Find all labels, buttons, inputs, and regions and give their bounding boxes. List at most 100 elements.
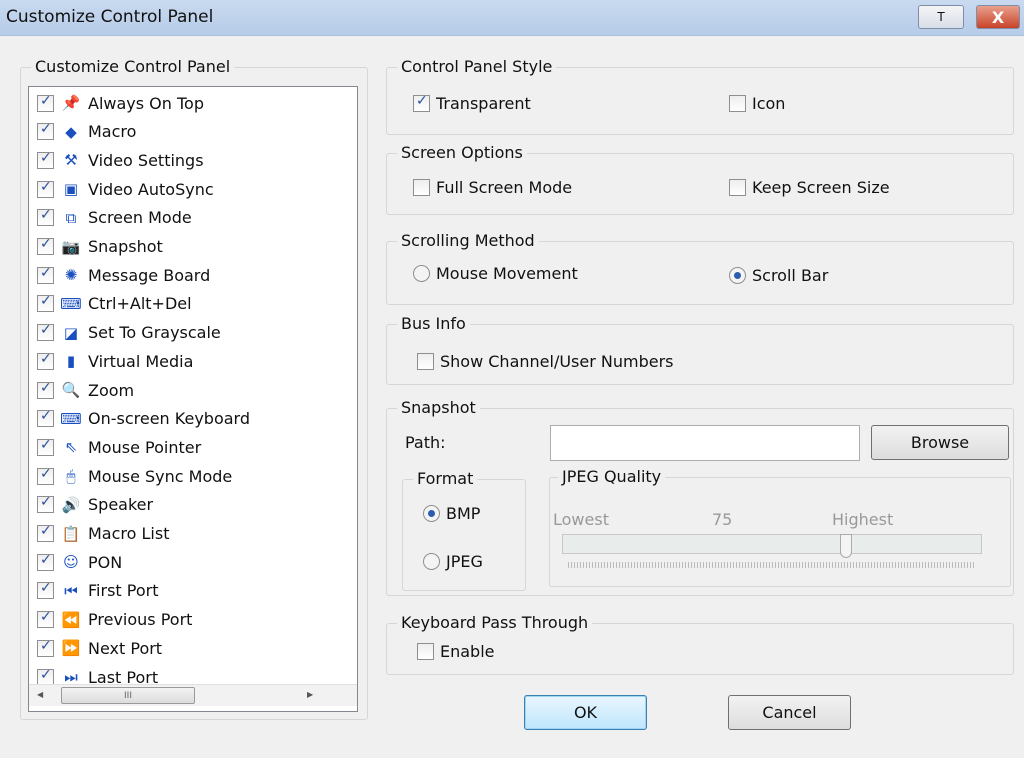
list-item[interactable]: 🔊 Speaker — [37, 491, 153, 519]
item-checkbox[interactable] — [37, 552, 54, 571]
screen-options-group: Screen Options Full Screen Mode Keep Scr… — [386, 143, 1014, 215]
item-checkbox[interactable] — [37, 121, 54, 141]
checkbox[interactable] — [729, 95, 746, 112]
list-item[interactable]: 📋 Macro List — [37, 520, 169, 548]
list-item[interactable]: 📌 Always On Top — [37, 89, 204, 117]
keep-screen-size-checkbox[interactable]: Keep Screen Size — [729, 178, 890, 197]
list-item[interactable]: ⏩ Next Port — [37, 634, 162, 662]
item-checkbox[interactable] — [37, 580, 54, 600]
jpeg-label: JPEG — [446, 552, 483, 571]
radio[interactable] — [423, 505, 440, 522]
list-item[interactable]: ⧉ Screen Mode — [37, 204, 192, 232]
title-bar: Customize Control Panel T X — [0, 0, 1024, 36]
list-item[interactable]: ⏪ Previous Port — [37, 606, 192, 634]
item-label: Ctrl+Alt+Del — [88, 294, 192, 314]
autosync-icon: ▣ — [63, 180, 79, 199]
show-channel-label: Show Channel/User Numbers — [440, 352, 674, 371]
radio[interactable] — [729, 267, 746, 284]
close-button[interactable]: X — [976, 5, 1020, 29]
cancel-button[interactable]: Cancel — [728, 695, 851, 730]
bmp-label: BMP — [446, 504, 481, 523]
list-item[interactable]: ◪ Set To Grayscale — [37, 319, 221, 347]
item-checkbox[interactable] — [37, 293, 54, 313]
customize-group-label: Customize Control Panel — [31, 57, 235, 76]
item-checkbox[interactable] — [37, 466, 54, 485]
bmp-radio[interactable]: BMP — [423, 504, 480, 523]
list-item[interactable]: ☺ PON — [37, 548, 122, 576]
full-screen-checkbox[interactable]: Full Screen Mode — [413, 178, 572, 197]
format-group: Format BMP JPEG — [402, 469, 526, 591]
item-checkbox[interactable] — [37, 667, 54, 686]
list-item[interactable]: ▮ Virtual Media — [37, 347, 193, 375]
path-input[interactable] — [550, 425, 860, 461]
item-checkbox[interactable] — [37, 351, 54, 370]
icon-checkbox[interactable]: Icon — [729, 94, 785, 113]
camera-icon: 📷 — [61, 237, 81, 256]
ctrl-alt-del-icon: ⌨ — [60, 294, 82, 313]
list-item[interactable]: ⌨ Ctrl+Alt+Del — [37, 290, 192, 318]
checkbox[interactable] — [417, 353, 434, 370]
mouse-icon: 🖱 — [66, 467, 76, 486]
item-checkbox[interactable] — [37, 150, 54, 169]
item-checkbox[interactable] — [37, 437, 54, 456]
list-item[interactable]: ⏮ First Port — [37, 577, 158, 605]
group-label: Control Panel Style — [397, 57, 557, 76]
mouse-movement-radio[interactable]: Mouse Movement — [413, 264, 578, 283]
item-label: First Port — [88, 581, 159, 601]
item-label: Macro List — [88, 524, 170, 543]
list-item[interactable]: 📷 Snapshot — [37, 233, 163, 261]
item-checkbox[interactable] — [37, 494, 54, 514]
control-panel-style-group: Control Panel Style Transparent Icon — [386, 57, 1014, 135]
scroll-bar-radio[interactable]: Scroll Bar — [729, 266, 828, 285]
checkbox[interactable] — [413, 93, 430, 112]
list-item[interactable]: ⇖ Mouse Pointer — [37, 433, 201, 461]
list-item[interactable]: ⌨ On-screen Keyboard — [37, 405, 250, 433]
keyboard-icon: ⌨ — [60, 409, 82, 428]
item-checkbox[interactable] — [37, 93, 54, 112]
checkbox[interactable] — [413, 179, 430, 196]
ok-button[interactable]: OK — [524, 695, 647, 730]
item-label: Message Board — [88, 265, 211, 285]
item-checkbox[interactable] — [37, 179, 54, 198]
speaker-icon: 🔊 — [61, 495, 81, 514]
magnifier-icon: 🔍 — [61, 381, 81, 399]
slider-thumb[interactable] — [840, 534, 853, 558]
horizontal-scrollbar[interactable]: ◀ III ▶ — [29, 684, 357, 706]
group-label: Snapshot — [397, 398, 480, 417]
item-checkbox[interactable] — [37, 523, 54, 542]
list-item[interactable]: ⚒ Video Settings — [37, 146, 204, 174]
group-label: Bus Info — [397, 314, 470, 333]
item-label: Next Port — [88, 638, 163, 658]
transparent-checkbox[interactable]: Transparent — [413, 93, 531, 113]
item-checkbox[interactable] — [37, 322, 54, 342]
jpeg-quality-group: JPEG Quality Lowest 75 Highest — [549, 467, 1011, 587]
item-checkbox[interactable] — [37, 380, 54, 399]
enable-checkbox[interactable]: Enable — [417, 642, 495, 661]
list-item[interactable]: ◆ Macro — [37, 118, 136, 146]
quality-slider[interactable] — [562, 534, 982, 558]
radio[interactable] — [423, 553, 440, 570]
item-checkbox[interactable] — [37, 207, 54, 227]
list-item[interactable]: ▣ Video AutoSync — [37, 175, 214, 203]
group-label: Keyboard Pass Through — [397, 613, 593, 632]
browse-button[interactable]: Browse — [871, 425, 1009, 460]
item-checkbox[interactable] — [37, 609, 54, 629]
control-list[interactable]: 📌 Always On Top ◆ Macro ⚒ Video Settings ▣ Vide… — [28, 86, 358, 712]
jpeg-radio[interactable]: JPEG — [423, 552, 483, 571]
item-checkbox[interactable] — [37, 638, 54, 657]
show-channel-checkbox[interactable]: Show Channel/User Numbers — [417, 352, 674, 371]
item-checkbox[interactable] — [37, 265, 54, 284]
checkbox[interactable] — [417, 643, 434, 660]
pin-button[interactable]: T — [918, 5, 964, 29]
item-label: Zoom — [88, 380, 135, 400]
list-item[interactable]: 🔍 Zoom — [37, 376, 134, 404]
scroll-left-arrow[interactable]: ◀ — [37, 690, 43, 699]
checkbox[interactable] — [729, 179, 746, 196]
list-item[interactable]: ✺ Message Board — [37, 261, 210, 289]
horizontal-scroll-thumb[interactable]: III — [61, 687, 195, 704]
item-checkbox[interactable] — [37, 408, 54, 428]
item-checkbox[interactable] — [37, 236, 54, 255]
scroll-right-arrow[interactable]: ▶ — [307, 690, 313, 699]
list-item[interactable]: 🖱 Mouse Sync Mode — [37, 462, 232, 490]
radio[interactable] — [413, 265, 430, 282]
